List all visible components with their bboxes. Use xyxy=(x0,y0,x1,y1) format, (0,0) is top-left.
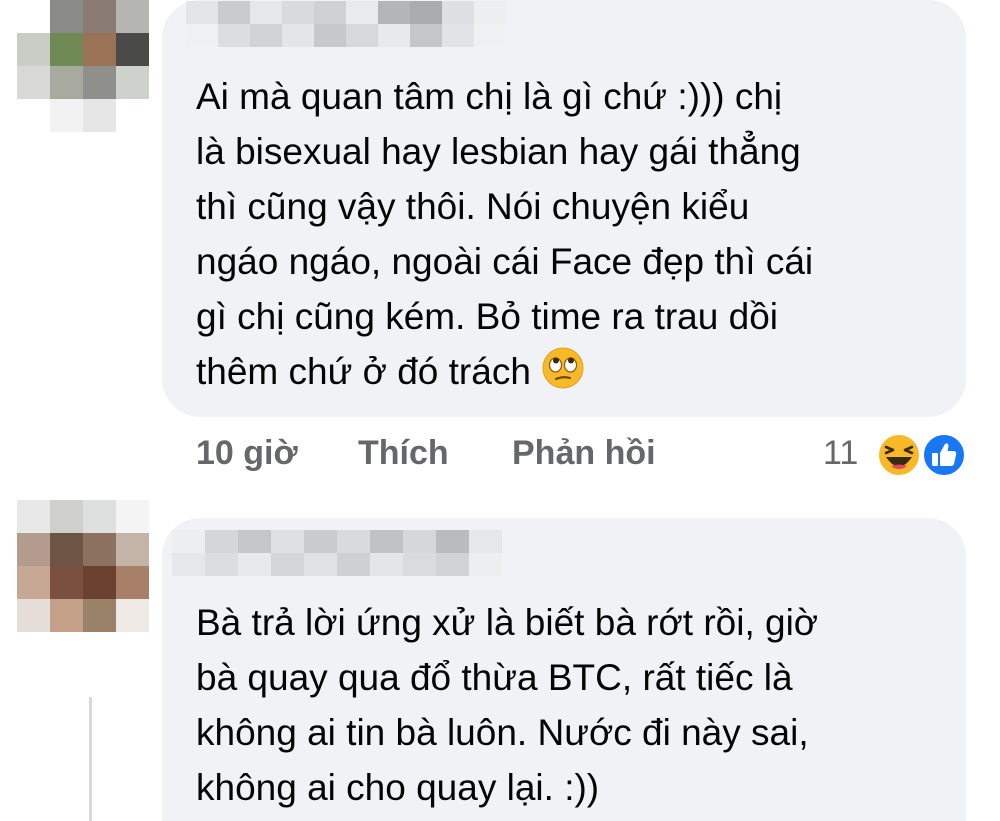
comment-body: Ai mà quan tâm chị là gì chứ :))) chị là… xyxy=(196,76,814,392)
commenter-name-blurred[interactable] xyxy=(172,530,502,576)
face-with-rolling-eyes-icon xyxy=(541,346,585,405)
comment-text: Bà trả lời ứng xử là biết bà rớt rồi, gi… xyxy=(196,602,819,808)
reply-button[interactable]: Phản hồi xyxy=(512,434,656,473)
thread-line xyxy=(89,697,92,821)
comment-time[interactable]: 10 giờ xyxy=(196,434,298,473)
comment-text: Ai mà quan tâm chị là gì chứ :))) chị là… xyxy=(196,69,936,405)
reaction-count[interactable]: 11 xyxy=(823,434,858,473)
like-icon[interactable] xyxy=(921,432,967,483)
like-button[interactable]: Thích xyxy=(358,434,449,473)
avatar[interactable] xyxy=(17,500,149,632)
avatar[interactable] xyxy=(17,0,149,132)
commenter-name-blurred[interactable] xyxy=(186,1,506,47)
haha-icon[interactable] xyxy=(876,432,922,483)
